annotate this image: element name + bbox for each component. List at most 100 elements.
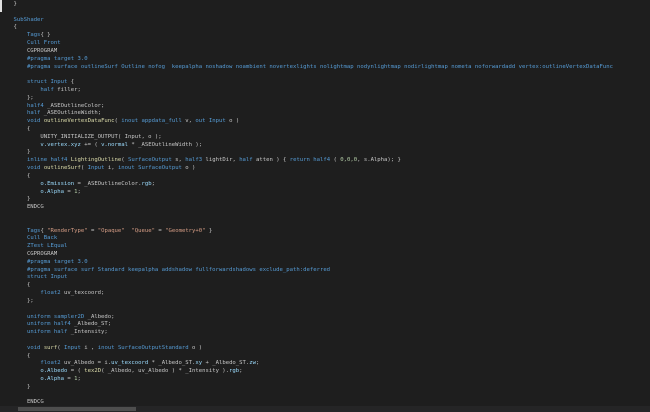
code-line[interactable]: uniform half4 _Albedo_ST; xyxy=(0,321,650,329)
code-line[interactable]: SubShader xyxy=(0,17,650,25)
code-token: + _Albedo_ST. xyxy=(202,360,250,367)
code-token: } xyxy=(0,383,31,390)
code-token: = xyxy=(64,188,75,195)
code-line[interactable]: struct Input xyxy=(0,274,650,282)
code-token: filler; xyxy=(53,86,81,93)
code-token: half xyxy=(239,157,253,164)
code-line[interactable]: #pragma target 3.0 xyxy=(0,259,650,267)
code-token: inout appdata_full xyxy=(121,118,182,125)
code-line[interactable]: CGPROGRAM xyxy=(0,48,650,56)
code-token: 0,0,0 xyxy=(340,157,358,164)
code-token: } xyxy=(0,149,31,156)
code-line[interactable]: UNITY_INITIALIZE_OUTPUT( Input, o ); xyxy=(0,134,650,142)
code-line[interactable]: Tags{ "RenderType" = "Opaque" "Queue" = … xyxy=(0,228,650,236)
code-line[interactable]: o.Alpha = 1; xyxy=(0,376,650,384)
code-line[interactable]: } xyxy=(0,196,650,204)
code-line[interactable]: CGPROGRAM xyxy=(0,251,650,259)
code-token: o ) xyxy=(188,344,203,351)
code-line[interactable]: o.Emission = _ASEOutlineColor.rgb; xyxy=(0,181,650,189)
code-line[interactable] xyxy=(0,71,650,79)
code-line[interactable]: Tags{ } xyxy=(0,32,650,40)
code-token: CGPROGRAM xyxy=(0,47,58,54)
code-line[interactable]: { xyxy=(0,173,650,181)
code-line[interactable]: v.vertex.xyz += ( v.normal * _ASEOutline… xyxy=(0,142,650,150)
code-token: LightingOutline xyxy=(70,157,122,164)
code-line[interactable]: }; xyxy=(0,95,650,103)
code-area[interactable]: } SubShader { Tags{ } Cull Front CGPROGR… xyxy=(0,1,650,412)
code-line[interactable]: void outlineSurf( Input i, inout Surface… xyxy=(0,165,650,173)
code-line[interactable] xyxy=(0,392,650,400)
code-editor[interactable]: } SubShader { Tags{ } Cull Front CGPROGR… xyxy=(0,0,650,412)
code-line[interactable]: #pragma surface surf Standard keepalpha … xyxy=(0,267,650,275)
code-token: UNITY_INITIALIZE_OUTPUT( Input, o ); xyxy=(0,133,162,140)
code-token: uv_Albedo = i. xyxy=(60,360,112,367)
code-line[interactable]: half4 _ASEOutlineColor; xyxy=(0,103,650,111)
code-token: SurfaceOutput xyxy=(128,157,172,164)
code-line[interactable]: } xyxy=(0,384,650,392)
code-line[interactable]: } xyxy=(0,1,650,9)
code-token: rgb xyxy=(229,368,240,375)
code-line[interactable] xyxy=(0,9,650,17)
code-line[interactable]: void outlineVertexDataFunc( inout appdat… xyxy=(0,118,650,126)
code-line[interactable]: { xyxy=(0,282,650,290)
code-token: half xyxy=(40,86,54,93)
code-token: } xyxy=(205,227,213,234)
code-line[interactable]: float2 uv_Albedo = i.uv_texcoord * _Albe… xyxy=(0,360,650,368)
code-line[interactable]: half _ASEOutlineWidth; xyxy=(0,110,650,118)
code-token: v.normal xyxy=(101,141,129,148)
code-line[interactable]: { xyxy=(0,126,650,134)
code-line[interactable]: o.Alpha = 1; xyxy=(0,189,650,197)
horizontal-scrollbar[interactable] xyxy=(0,406,650,412)
code-line[interactable]: { xyxy=(0,353,650,361)
code-line[interactable]: #pragma target 3.0 xyxy=(0,56,650,64)
code-token: #pragma target 3.0 xyxy=(26,55,88,62)
code-token: _ASEOutlineColor; xyxy=(43,102,105,109)
code-line[interactable]: { xyxy=(0,24,650,32)
code-line[interactable]: Cull Front xyxy=(0,40,650,48)
code-token: uniform half4 xyxy=(26,321,71,328)
code-token: lightDir, xyxy=(202,157,240,164)
code-line[interactable]: ENDCG xyxy=(0,204,650,212)
code-token: _ASEOutlineWidth; xyxy=(40,110,102,117)
code-line[interactable]: }; xyxy=(0,298,650,306)
code-line[interactable]: uniform half _Intensity; xyxy=(0,329,650,337)
code-line[interactable]: float2 uv_texcoord; xyxy=(0,290,650,298)
code-token: v.vertex.xyz xyxy=(40,141,81,148)
code-line[interactable]: o.Albedo = ( tex2D( _Albedo, uv_Albedo )… xyxy=(0,368,650,376)
code-token: o ) xyxy=(225,118,240,125)
code-line[interactable] xyxy=(0,220,650,228)
code-line[interactable] xyxy=(0,337,650,345)
code-line[interactable] xyxy=(0,212,650,220)
code-token: SubShader xyxy=(13,16,44,23)
code-line[interactable]: } xyxy=(0,149,650,157)
code-token: ENDCG xyxy=(0,204,44,211)
code-line[interactable]: void surf( Input i , inout SurfaceOutput… xyxy=(0,345,650,353)
code-line[interactable] xyxy=(0,306,650,314)
code-token: outlineSurf xyxy=(43,165,81,172)
code-token: _Albedo; xyxy=(84,313,115,320)
code-token: { xyxy=(67,79,75,86)
code-line[interactable]: inline half4 LightingOutline ( SurfaceOut… xyxy=(0,157,650,165)
code-token: ; xyxy=(151,180,155,187)
horizontal-scrollbar-thumb[interactable] xyxy=(18,407,136,411)
code-line[interactable]: ZTest LEqual xyxy=(0,243,650,251)
code-token: struct Input xyxy=(26,274,68,281)
code-line[interactable]: uniform sampler2D _Albedo; xyxy=(0,314,650,322)
code-token: float2 xyxy=(40,360,61,367)
code-token: = _ASEOutlineColor. xyxy=(74,180,142,187)
code-line[interactable]: half filler; xyxy=(0,87,650,95)
code-line[interactable]: #pragma surface outlineSurf Outline nofo… xyxy=(0,64,650,72)
code-token: #pragma target 3.0 xyxy=(26,258,88,265)
code-line[interactable]: struct Input { xyxy=(0,79,650,87)
code-line[interactable]: Cull Back xyxy=(0,235,650,243)
